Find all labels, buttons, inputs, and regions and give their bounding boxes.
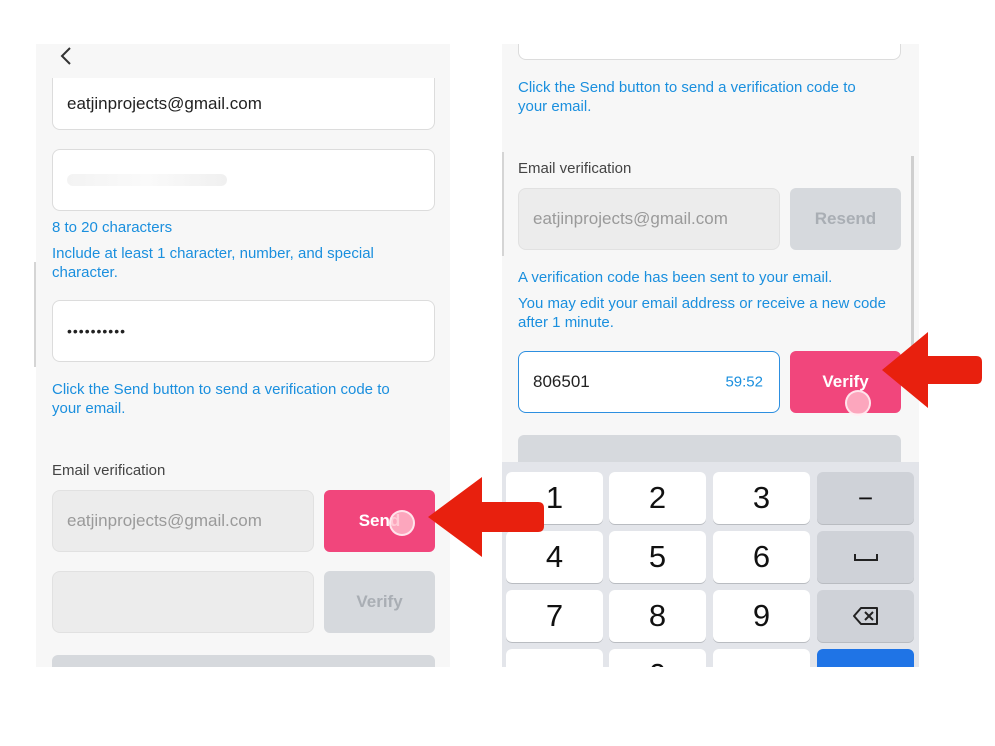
code-value: 806501 (533, 372, 590, 391)
password-value-blurred (67, 174, 227, 186)
key-7[interactable]: 7 (506, 590, 603, 642)
red-arrow-icon (882, 332, 982, 408)
verification-email-value: eatjinprojects@gmail.com (67, 511, 262, 530)
key-minus[interactable]: − (817, 472, 914, 524)
confirm-password-field-partial[interactable] (518, 44, 901, 60)
confirm-password-mask: •••••••••• (67, 323, 127, 339)
key-2[interactable]: 2 (609, 472, 706, 524)
edit-email-message: You may edit your email address or recei… (518, 295, 886, 331)
verification-email-field: eatjinprojects@gmail.com (518, 188, 780, 250)
left-screen: eatjinprojects@gmail.com 8 to 20 charact… (36, 44, 450, 667)
right-screen: Click the Send button to send a verifica… (502, 44, 919, 667)
back-chevron-icon[interactable] (58, 46, 74, 66)
right-edge-bracket (502, 152, 504, 256)
code-input-field[interactable] (52, 571, 314, 633)
key-6[interactable]: 6 (713, 531, 810, 583)
key-0[interactable]: 0 (609, 649, 706, 667)
code-sent-message: A verification code has been sent to you… (518, 269, 833, 286)
touch-indicator (389, 510, 415, 536)
enter-key[interactable] (817, 649, 914, 667)
password-field[interactable] (52, 149, 435, 211)
key-3[interactable]: 3 (713, 472, 810, 524)
left-edge-bracket (34, 262, 36, 367)
space-key[interactable] (817, 531, 914, 583)
email-verification-label: Email verification (518, 160, 632, 177)
key-blank-left[interactable] (506, 649, 603, 667)
verify-button-disabled[interactable]: Verify (324, 571, 435, 633)
resend-button[interactable]: Resend (790, 188, 901, 250)
numeric-keyboard: 1 2 3 − 4 5 6 7 8 9 0 (502, 462, 919, 667)
email-field[interactable]: eatjinprojects@gmail.com (52, 78, 435, 130)
code-input-field[interactable]: 806501 59:52 (518, 351, 780, 413)
send-hint: Click the Send button to send a verifica… (52, 381, 390, 417)
confirm-password-field[interactable]: •••••••••• (52, 300, 435, 362)
countdown-timer: 59:52 (725, 373, 763, 391)
key-9[interactable]: 9 (713, 590, 810, 642)
key-8[interactable]: 8 (609, 590, 706, 642)
email-verification-label: Email verification (52, 462, 166, 479)
key-5[interactable]: 5 (609, 531, 706, 583)
red-arrow-icon (428, 477, 544, 557)
password-length-hint: 8 to 20 characters (52, 219, 173, 236)
touch-indicator (845, 390, 871, 416)
backspace-key[interactable] (817, 590, 914, 642)
email-value: eatjinprojects@gmail.com (67, 93, 262, 113)
scrollbar[interactable] (911, 156, 914, 346)
password-rules-hint: Include at least 1 character, number, an… (52, 245, 374, 281)
verification-email-value: eatjinprojects@gmail.com (533, 209, 728, 228)
backspace-icon (852, 607, 878, 625)
send-hint: Click the Send button to send a verifica… (518, 79, 856, 115)
space-key-icon (853, 554, 878, 561)
verification-email-field: eatjinprojects@gmail.com (52, 490, 314, 552)
send-button[interactable]: Send (324, 490, 435, 552)
key-blank-right[interactable] (713, 649, 810, 667)
submit-button-partial[interactable] (52, 655, 435, 667)
